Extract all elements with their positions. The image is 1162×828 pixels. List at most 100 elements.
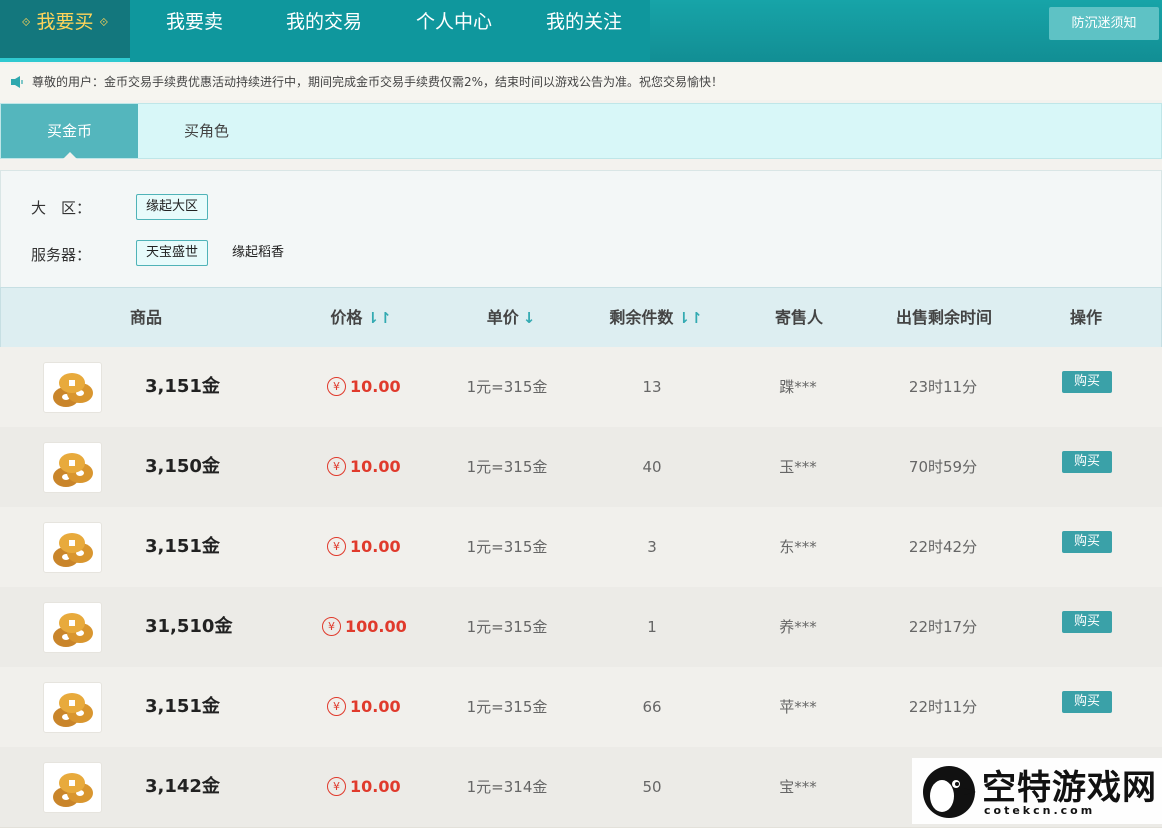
price-value: 100.00 bbox=[345, 617, 407, 636]
diamond-deco-icon: ⟐ bbox=[21, 16, 31, 29]
sort-toggle-icon[interactable]: ⇂↾ bbox=[366, 309, 391, 327]
column-header-seller: 寄售人 bbox=[774, 308, 823, 327]
unit-price: 1元=315金 bbox=[466, 698, 548, 716]
product-amount: 3,151金 bbox=[145, 376, 220, 397]
buy-button[interactable]: 购买 bbox=[1062, 691, 1112, 713]
seller-name: 养*** bbox=[779, 618, 817, 636]
seller-name: 玉*** bbox=[779, 458, 817, 476]
price-cell: ¥10.00 bbox=[327, 347, 401, 427]
column-header-label: 剩余件数 bbox=[609, 308, 674, 327]
remaining-count: 1 bbox=[647, 618, 657, 636]
buy-button[interactable]: 购买 bbox=[1062, 611, 1112, 633]
price-value: 10.00 bbox=[350, 697, 401, 716]
nav-item-sell[interactable]: 我要卖 bbox=[166, 0, 223, 62]
yuan-icon: ¥ bbox=[327, 377, 346, 396]
nav-item-user-center[interactable]: 个人中心 bbox=[416, 0, 492, 62]
time-left: 22时42分 bbox=[908, 538, 978, 556]
unit-price: 1元=315金 bbox=[466, 538, 548, 556]
column-header-product: 商品 bbox=[129, 308, 162, 327]
sort-down-icon[interactable]: ↓ bbox=[523, 309, 536, 327]
column-header-time-left: 出售剩余时间 bbox=[895, 308, 992, 327]
yuan-icon: ¥ bbox=[327, 537, 346, 556]
speaker-icon bbox=[11, 76, 23, 88]
price-value: 10.00 bbox=[350, 777, 401, 796]
price-cell: ¥100.00 bbox=[322, 587, 407, 667]
product-amount: 3,151金 bbox=[145, 536, 220, 557]
price-cell: ¥10.00 bbox=[327, 427, 401, 507]
penguin-logo-icon bbox=[923, 766, 976, 818]
top-nav: ⟐ 我要买 ⟐ 我要卖 我的交易 个人中心 我的关注 防沉迷须知 bbox=[0, 0, 1162, 62]
time-left: 70时59分 bbox=[908, 458, 978, 476]
tab-buy-gold[interactable]: 买金币 bbox=[1, 104, 138, 159]
gold-coins-icon bbox=[43, 442, 102, 493]
remaining-count: 66 bbox=[642, 698, 662, 716]
column-header-unit-price[interactable]: 单价 ↓ bbox=[461, 288, 561, 348]
server-option-selected[interactable]: 天宝盛世 bbox=[136, 240, 209, 266]
column-header-label: 价格 bbox=[330, 308, 363, 327]
buy-button[interactable]: 购买 bbox=[1062, 451, 1112, 473]
site-watermark: 空特游戏网 cotekcn.com bbox=[912, 758, 1162, 824]
gold-coins-icon bbox=[43, 762, 102, 813]
price-value: 10.00 bbox=[350, 457, 401, 476]
yuan-icon: ¥ bbox=[327, 777, 346, 796]
price-cell: ¥10.00 bbox=[327, 507, 401, 587]
nav-item-my-trades[interactable]: 我的交易 bbox=[286, 0, 362, 62]
price-cell: ¥10.00 bbox=[327, 667, 401, 747]
buy-button[interactable]: 购买 bbox=[1062, 531, 1112, 553]
gold-coins-icon bbox=[43, 522, 102, 573]
time-left: 23时11分 bbox=[908, 378, 978, 396]
column-header-action: 操作 bbox=[1069, 308, 1102, 327]
gold-coins-icon bbox=[43, 682, 102, 733]
seller-name: 苹*** bbox=[779, 698, 817, 716]
time-left: 22时17分 bbox=[908, 618, 978, 636]
price-cell: ¥10.00 bbox=[327, 747, 401, 827]
product-amount: 3,151金 bbox=[145, 696, 220, 717]
table-row: 3,151金 ¥10.00 1元=315金 13 蹀*** 23时11分 购买 bbox=[0, 347, 1162, 428]
product-amount: 31,510金 bbox=[145, 616, 233, 637]
product-amount: 3,142金 bbox=[145, 776, 220, 797]
remaining-count: 50 bbox=[642, 778, 662, 796]
watermark-title: 空特游戏网 bbox=[982, 768, 1157, 808]
nav-item-my-follows[interactable]: 我的关注 bbox=[546, 0, 622, 62]
table-row: 3,151金 ¥10.00 1元=315金 66 苹*** 22时11分 购买 bbox=[0, 667, 1162, 748]
announcement-bar: 尊敬的用户：金币交易手续费优惠活动持续进行中，期间完成金币交易手续费仅需2%，结… bbox=[0, 64, 1162, 100]
server-label: 服务器： bbox=[31, 246, 92, 264]
table-row: 3,151金 ¥10.00 1元=315金 3 东*** 22时42分 购买 bbox=[0, 507, 1162, 588]
seller-name: 东*** bbox=[779, 538, 817, 556]
sort-toggle-icon[interactable]: ⇂↾ bbox=[677, 309, 702, 327]
trade-type-tabs: 买金币 买角色 bbox=[0, 103, 1162, 159]
price-value: 10.00 bbox=[350, 537, 401, 556]
seller-name: 宝*** bbox=[779, 778, 817, 796]
nav-item-buy[interactable]: ⟐ 我要买 ⟐ bbox=[0, 0, 130, 62]
table-row: 31,510金 ¥100.00 1元=315金 1 养*** 22时17分 购买 bbox=[0, 587, 1162, 668]
column-header-remaining[interactable]: 剩余件数 ⇂↾ bbox=[596, 288, 716, 348]
unit-price: 1元=315金 bbox=[466, 378, 548, 396]
column-header-price[interactable]: 价格 ⇂↾ bbox=[311, 288, 411, 348]
remaining-count: 40 bbox=[642, 458, 662, 476]
product-amount: 3,150金 bbox=[145, 456, 220, 477]
yuan-icon: ¥ bbox=[327, 457, 346, 476]
nav-item-label: 我要买 bbox=[36, 11, 94, 33]
seller-name: 蹀*** bbox=[779, 378, 817, 396]
table-header: 商品 价格 ⇂↾ 单价 ↓ 剩余件数 ⇂↾ 寄售人 出售剩余时间 操作 bbox=[0, 287, 1162, 348]
yuan-icon: ¥ bbox=[322, 617, 341, 636]
region-label: 大 区： bbox=[31, 199, 92, 217]
price-value: 10.00 bbox=[350, 377, 401, 396]
unit-price: 1元=315金 bbox=[466, 618, 548, 636]
unit-price: 1元=314金 bbox=[466, 778, 548, 796]
remaining-count: 3 bbox=[647, 538, 657, 556]
watermark-domain: cotekcn.com bbox=[984, 804, 1096, 817]
region-option-selected[interactable]: 缘起大区 bbox=[136, 194, 209, 220]
table-row: 3,150金 ¥10.00 1元=315金 40 玉*** 70时59分 购买 bbox=[0, 427, 1162, 508]
tab-buy-character[interactable]: 买角色 bbox=[138, 104, 275, 158]
gold-coins-icon bbox=[43, 362, 102, 413]
buy-button[interactable]: 购买 bbox=[1062, 371, 1112, 393]
anti-addiction-notice-button[interactable]: 防沉迷须知 bbox=[1049, 7, 1159, 40]
server-option[interactable]: 缘起稻香 bbox=[223, 241, 293, 265]
column-header-label: 单价 bbox=[486, 308, 519, 327]
unit-price: 1元=315金 bbox=[466, 458, 548, 476]
announcement-text: 尊敬的用户：金币交易手续费优惠活动持续进行中，期间完成金币交易手续费仅需2%，结… bbox=[32, 75, 724, 89]
time-left: 22时11分 bbox=[908, 698, 978, 716]
server-filter-panel: 大 区： 缘起大区 服务器： 天宝盛世 缘起稻香 bbox=[0, 170, 1162, 288]
remaining-count: 13 bbox=[642, 378, 662, 396]
